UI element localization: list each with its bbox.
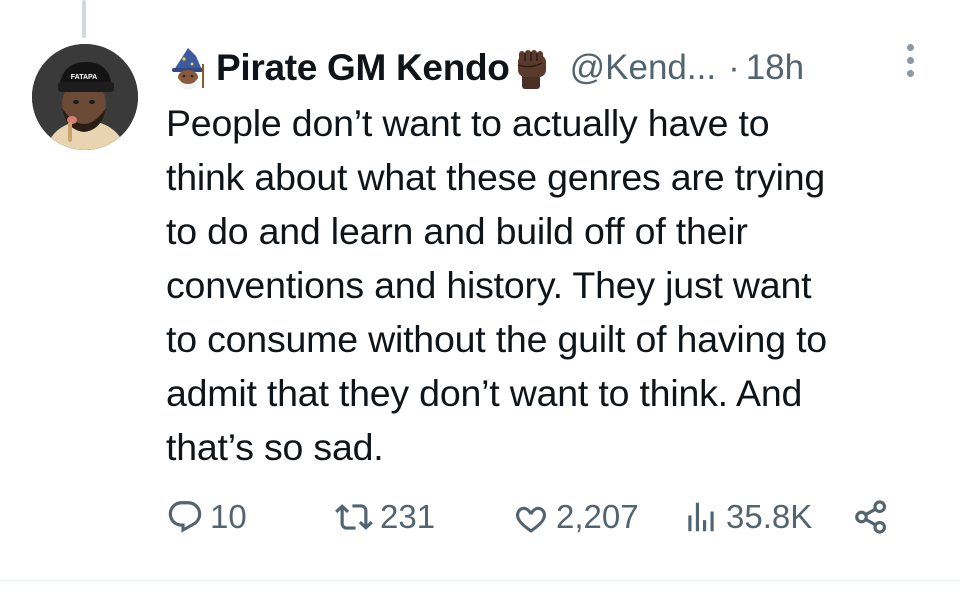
reply-button[interactable]: 10: [166, 495, 247, 539]
raised-fist-icon: [517, 50, 546, 89]
retweet-icon: [335, 504, 373, 530]
tweet-actions: 10 231 2,207 35.8K: [166, 495, 900, 539]
more-options-button[interactable]: [904, 44, 916, 80]
like-button[interactable]: 2,207: [512, 495, 639, 539]
share-button[interactable]: [852, 495, 890, 539]
retweet-count: 231: [380, 498, 436, 535]
thread-connector-line: [82, 0, 86, 38]
user-handle[interactable]: @Kend...: [570, 48, 716, 88]
display-name[interactable]: Pirate GM Kendo: [216, 47, 510, 89]
views-chart-icon: [688, 502, 714, 532]
reply-icon: [168, 501, 202, 533]
more-vertical-icon: [906, 44, 914, 51]
timestamp[interactable]: 18h: [746, 48, 804, 88]
tweet-header: Pirate GM Kendo @Kend... · 18h: [166, 40, 940, 96]
like-count: 2,207: [556, 498, 639, 535]
wizard-emoji-icon: [172, 48, 204, 90]
tweet-divider: [0, 580, 960, 581]
avatar[interactable]: FATAPA: [32, 44, 138, 150]
avatar-hat-text: FATAPA: [71, 74, 97, 81]
share-icon: [855, 500, 887, 534]
avatar-photo: FATAPA: [32, 44, 138, 150]
retweet-button[interactable]: 231: [334, 495, 435, 539]
tweet-text: People don’t want to actually have to th…: [166, 102, 827, 468]
header-separator: ·: [728, 48, 740, 87]
reply-count: 10: [210, 498, 247, 535]
views-button[interactable]: 35.8K: [682, 495, 812, 539]
views-count: 35.8K: [726, 498, 813, 535]
heart-icon: [515, 506, 547, 533]
